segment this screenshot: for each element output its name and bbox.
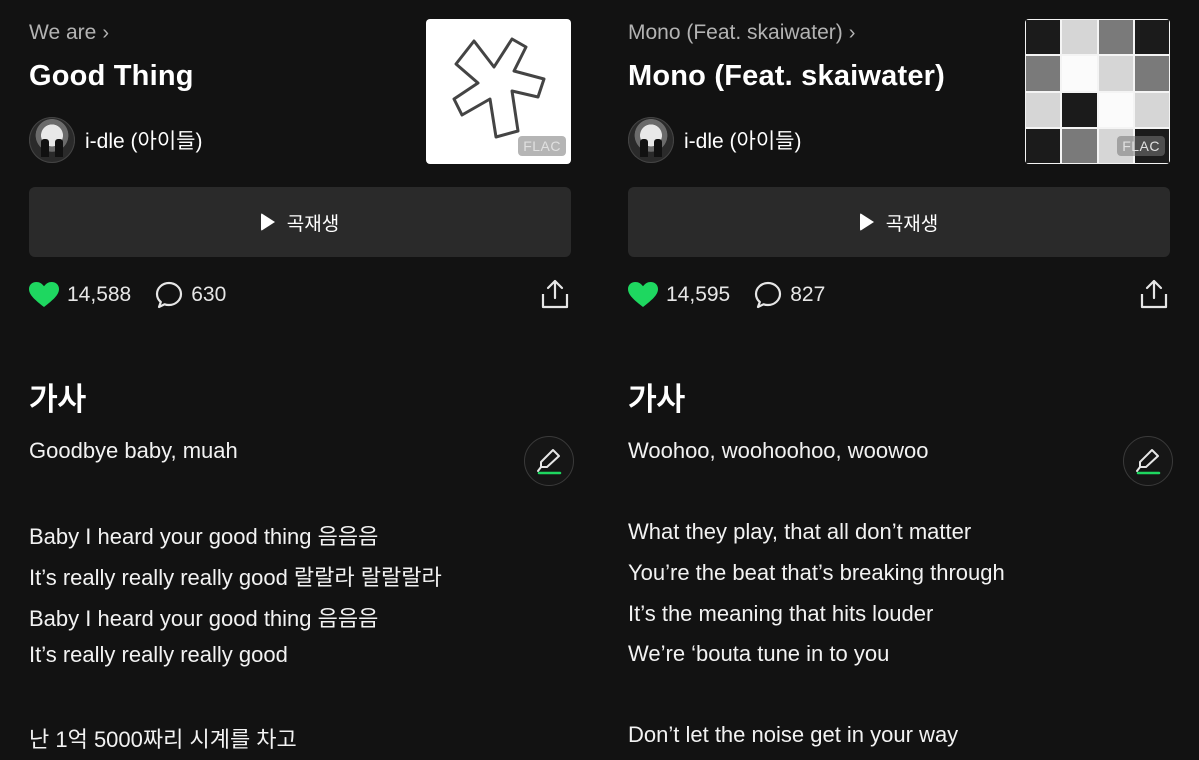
highlighter-icon <box>537 449 562 475</box>
comment-count: 827 <box>790 283 826 306</box>
chevron-right-icon: › <box>102 21 109 44</box>
artist-name: i-dle (아이들) <box>684 130 802 153</box>
album-name: Mono (Feat. skaiwater) <box>628 21 843 44</box>
play-label: 곡재생 <box>286 213 340 235</box>
lyric-line: It’s really really really good <box>29 642 288 667</box>
lyric-line: We’re ‘bouta tune in to you <box>628 641 890 666</box>
share-icon <box>1140 279 1168 309</box>
lyrics-heading: 가사 <box>628 382 686 417</box>
like-count: 14,588 <box>67 283 132 306</box>
like-count: 14,595 <box>666 283 731 306</box>
chevron-right-icon: › <box>848 21 856 44</box>
lyric-highlight-button[interactable] <box>1123 436 1173 486</box>
play-button[interactable]: 곡재생 <box>628 187 1170 257</box>
heart-icon <box>628 282 658 307</box>
like-button[interactable]: 14,595 <box>628 282 730 308</box>
lyric-line: Don’t let the noise get in your way <box>628 722 959 747</box>
artist-avatar <box>29 117 75 163</box>
play-label: 곡재생 <box>885 213 939 235</box>
lyrics-heading: 가사 <box>29 382 87 417</box>
highlighter-icon <box>1136 449 1161 475</box>
play-icon <box>260 213 275 231</box>
album-name: We are <box>29 21 97 44</box>
quality-badge: FLAC <box>518 136 566 156</box>
share-button[interactable] <box>1140 279 1168 314</box>
play-button[interactable]: 곡재생 <box>29 187 571 257</box>
share-icon <box>541 279 569 309</box>
artist-link[interactable]: i-dle (아이들) <box>29 117 202 163</box>
album-link[interactable]: Mono (Feat. skaiwater) › <box>628 21 855 45</box>
comment-button[interactable]: 827 <box>754 281 825 309</box>
lyric-line: 난 1억 5000짜리 시계를 차고 <box>29 727 297 752</box>
comment-icon <box>755 281 782 309</box>
lyric-line: It’s the meaning that hits louder <box>628 601 934 626</box>
artist-name: i-dle (아이들) <box>85 130 203 153</box>
lyric-line: Woohoo, woohoohoo, woowoo <box>628 438 929 463</box>
album-cover[interactable]: FLAC <box>1025 19 1170 164</box>
comment-icon <box>156 281 183 309</box>
lyric-line: What they play, that all don’t matter <box>628 519 972 544</box>
song-title: Mono (Feat. skaiwater) <box>628 60 946 92</box>
lyric-line: It’s really really really good 랄랄라 랄랄랄라 <box>29 565 442 590</box>
play-icon <box>859 213 874 231</box>
comment-button[interactable]: 630 <box>155 281 226 309</box>
lyric-line: Goodbye baby, muah <box>29 438 238 463</box>
lyric-line: Baby I heard your good thing 음음음 <box>29 606 379 631</box>
album-link[interactable]: We are › <box>29 21 109 45</box>
song-title: Good Thing <box>29 60 194 92</box>
artist-link[interactable]: i-dle (아이들) <box>628 117 801 163</box>
lyric-line: Baby I heard your good thing 음음음 <box>29 524 379 549</box>
lyric-line: You’re the beat that’s breaking through <box>628 560 1005 585</box>
song-panel-mono: Mono (Feat. skaiwater) › Mono (Feat. ska… <box>628 0 1173 760</box>
artist-avatar <box>628 117 674 163</box>
share-button[interactable] <box>541 279 569 314</box>
album-cover[interactable]: FLAC <box>426 19 571 164</box>
heart-icon <box>29 282 59 307</box>
like-button[interactable]: 14,588 <box>29 282 131 308</box>
lyric-highlight-button[interactable] <box>524 436 574 486</box>
song-panel-good-thing: We are › Good Thing i-dle (아이들) FLAC 곡재생… <box>29 0 574 760</box>
song-stats: 14,595 827 <box>628 276 1170 314</box>
song-stats: 14,588 630 <box>29 276 571 314</box>
comment-count: 630 <box>191 283 227 306</box>
quality-badge: FLAC <box>1117 136 1165 156</box>
